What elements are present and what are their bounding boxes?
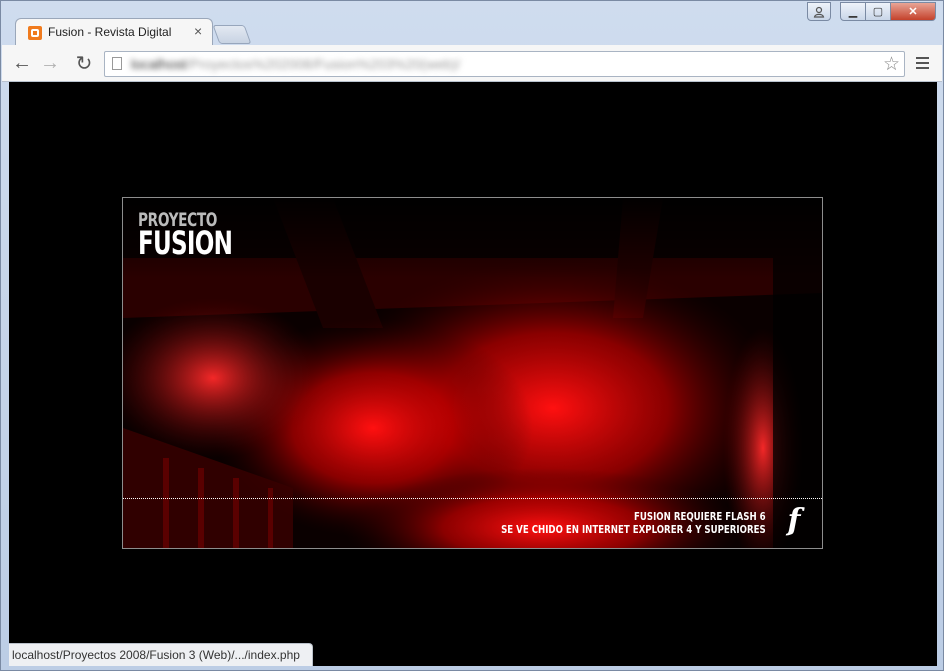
user-profile-button[interactable] — [807, 2, 831, 21]
forward-arrow-icon: → — [40, 51, 60, 74]
new-tab-button[interactable] — [212, 25, 252, 44]
browser-window: Fusion - Revista Digital × ▁ ▢ ✕ ← → ↻ l… — [0, 0, 944, 671]
page-content: PROYECTO FUSION FUSION REQUIERE FLASH 6 … — [9, 82, 937, 666]
page-icon — [112, 57, 122, 70]
url-text: localhost/Proyectos%202008/Fusion%203%20… — [131, 56, 460, 72]
close-icon: ✕ — [908, 6, 918, 18]
maximize-button[interactable]: ▢ — [865, 2, 891, 21]
address-bar[interactable]: localhost/Proyectos%202008/Fusion%203%20… — [104, 51, 905, 77]
close-window-button[interactable]: ✕ — [890, 2, 936, 21]
minimize-button[interactable]: ▁ — [840, 2, 866, 21]
reload-button[interactable]: ↻ — [72, 51, 96, 75]
dotted-divider — [123, 498, 822, 499]
tab-close-button[interactable]: × — [194, 23, 202, 39]
flash-intro[interactable]: PROYECTO FUSION FUSION REQUIERE FLASH 6 … — [122, 197, 823, 549]
xampp-icon — [28, 26, 42, 40]
reload-icon: ↻ — [75, 52, 93, 75]
star-icon[interactable]: ☆ — [883, 53, 900, 76]
flash-requirement-notice: FUSION REQUIERE FLASH 6 SE VE CHIDO EN I… — [501, 511, 766, 537]
back-button[interactable]: ← — [10, 51, 34, 75]
hamburger-menu-icon[interactable] — [912, 53, 932, 73]
back-arrow-icon: ← — [12, 51, 32, 74]
url-host: localhost — [131, 56, 187, 72]
tab-strip: Fusion - Revista Digital × ▁ ▢ ✕ — [1, 1, 943, 45]
flash-player-icon[interactable]: f — [779, 506, 809, 536]
minimize-icon: ▁ — [848, 6, 858, 18]
user-icon — [813, 6, 825, 18]
tab-fusion[interactable]: Fusion - Revista Digital × — [15, 18, 213, 45]
proyecto-fusion-logo: PROYECTO FUSION — [138, 210, 233, 263]
notice-line-2: SE VE CHIDO EN INTERNET EXPLORER 4 Y SUP… — [501, 524, 766, 536]
forward-button[interactable]: → — [38, 51, 62, 75]
maximize-icon: ▢ — [872, 6, 884, 18]
notice-line-1: FUSION REQUIERE FLASH 6 — [634, 511, 766, 523]
tab-title: Fusion - Revista Digital — [48, 25, 172, 39]
status-bar: localhost/Proyectos 2008/Fusion 3 (Web)/… — [9, 643, 313, 666]
url-path: /Proyectos%202008/Fusion%203%20(web)/ — [186, 56, 461, 72]
logo-bottom-text: FUSION — [138, 224, 233, 263]
toolbar: ← → ↻ localhost/Proyectos%202008/Fusion%… — [2, 45, 942, 82]
